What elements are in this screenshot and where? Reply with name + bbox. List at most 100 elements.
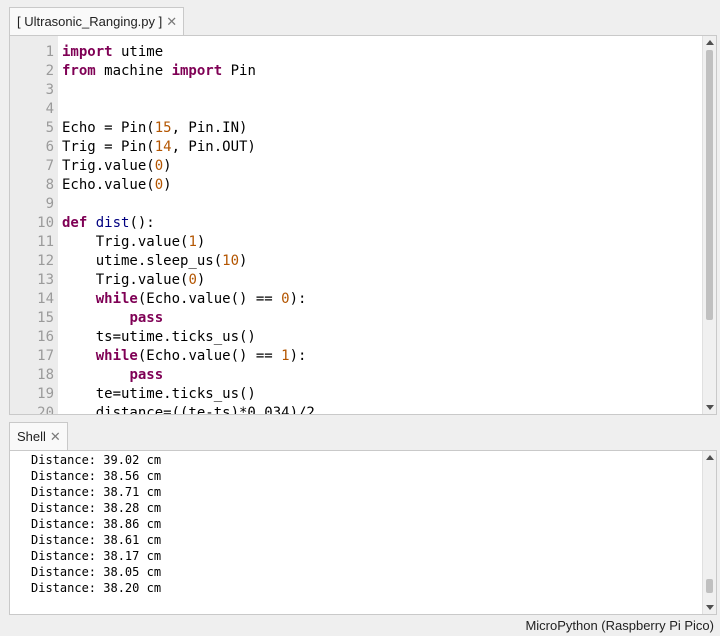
shell-vertical-scrollbar[interactable] (702, 451, 716, 614)
line-number: 15 (37, 310, 54, 326)
code-line[interactable]: Trig.value(0) (62, 271, 206, 290)
close-icon[interactable]: ✕ (50, 429, 61, 445)
code-line[interactable]: while(Echo.value() == 1): (62, 347, 307, 366)
scroll-down-arrow-icon[interactable] (706, 605, 714, 610)
line-number: 6 (45, 139, 54, 155)
interpreter-status[interactable]: MicroPython (Raspberry Pi Pico) (525, 618, 714, 633)
line-number: 19 (37, 386, 54, 402)
code-line[interactable]: pass (62, 309, 163, 328)
scroll-up-arrow-icon[interactable] (706, 455, 714, 460)
code-line[interactable]: import utime (62, 43, 163, 62)
code-line[interactable]: from machine import Pin (62, 62, 256, 81)
code-line[interactable]: Trig = Pin(14, Pin.OUT) (62, 138, 256, 157)
code-token: from (62, 63, 96, 79)
line-number: 13 (37, 272, 54, 288)
line-number: 7 (45, 158, 54, 174)
line-number: 11 (37, 234, 54, 250)
line-number: 17 (37, 348, 54, 364)
code-token: 0 (188, 272, 197, 288)
scroll-up-arrow-icon[interactable] (706, 40, 714, 45)
shell-output-line: Distance: 38.71 cm (31, 485, 162, 499)
code-token: 1 (281, 348, 290, 364)
scrollbar-thumb[interactable] (706, 579, 713, 593)
code-token: pass (129, 367, 164, 383)
line-number: 8 (45, 177, 54, 193)
code-token: 15 (154, 120, 172, 136)
code-line[interactable]: distance=((te-ts)*0.034)/2 (62, 404, 315, 415)
code-token: (): (129, 215, 155, 231)
tab-shell[interactable]: Shell ✕ (9, 422, 68, 450)
tab-label: Shell (17, 429, 46, 444)
line-number: 5 (45, 120, 54, 136)
code-token: ) (196, 234, 206, 250)
shell-output-line: Distance: 38.56 cm (31, 469, 162, 483)
code-line[interactable]: Trig.value(1) (62, 233, 206, 252)
code-token: Trig.value( (62, 158, 155, 174)
shell-output-line: Distance: 38.86 cm (31, 517, 162, 531)
shell-output-line: Distance: 38.17 cm (31, 549, 162, 563)
editor-vertical-scrollbar[interactable] (702, 36, 716, 414)
code-token: utime (112, 44, 164, 60)
scroll-down-arrow-icon[interactable] (706, 405, 714, 410)
code-token: ) (239, 253, 248, 269)
code-token: 0 (281, 291, 290, 307)
line-number: 2 (45, 63, 54, 79)
code-token: pass (129, 310, 164, 326)
code-token: , Pin.IN) (171, 120, 248, 136)
code-token: te=utime.ticks_us() (62, 386, 256, 402)
code-line[interactable]: Trig.value(0) (62, 157, 172, 176)
code-token: Echo.value( (62, 177, 155, 193)
line-number: 4 (45, 101, 54, 117)
code-token: while (95, 348, 138, 364)
code-token: 0 (154, 177, 164, 193)
code-token: 10 (222, 253, 240, 269)
code-line[interactable]: Echo = Pin(15, Pin.IN) (62, 119, 247, 138)
code-token: machine (95, 63, 172, 79)
line-number-gutter: 1 2 3 4 5 6 7 8 9 10 11 12 13 14 15 16 17 18 19 20 (10, 36, 58, 414)
code-token: ) (196, 272, 206, 288)
code-line[interactable]: def dist(): (62, 214, 155, 233)
close-icon[interactable]: ✕ (166, 14, 177, 30)
code-line[interactable]: Echo.value(0) (62, 176, 172, 195)
code-area[interactable]: import utime from machine import Pin Echo … (62, 36, 702, 414)
tab-ultrasonic-ranging[interactable]: [ Ultrasonic_Ranging.py ] ✕ (9, 7, 185, 35)
code-token: ): (289, 291, 307, 307)
shell-output-line: Distance: 38.61 cm (31, 533, 162, 547)
line-number: 12 (37, 253, 54, 269)
shell-output-line: Distance: 38.28 cm (31, 501, 162, 515)
shell-tabbar: Shell ✕ (0, 420, 720, 450)
code-token: (Echo.value() == (137, 291, 282, 307)
shell-output[interactable]: Distance: 39.02 cm Distance: 38.56 cm Dist… (9, 450, 717, 615)
code-token: 1 (188, 234, 197, 250)
line-number: 1 (45, 44, 54, 60)
code-token: Trig.value( (62, 234, 189, 250)
line-number: 14 (37, 291, 54, 307)
code-token: distance=((te-ts)*0.034)/2 (62, 405, 315, 415)
code-token: ): (289, 348, 307, 364)
code-token: Pin (222, 63, 256, 79)
code-line[interactable]: while(Echo.value() == 0): (62, 290, 307, 309)
code-token: dist (95, 215, 130, 231)
line-number: 3 (45, 82, 54, 98)
code-token: , Pin.OUT) (171, 139, 256, 155)
code-line[interactable]: ts=utime.ticks_us() (62, 328, 256, 347)
line-number: 18 (37, 367, 54, 383)
code-editor[interactable]: 1 2 3 4 5 6 7 8 9 10 11 12 13 14 15 16 17 18 19 20 import u… (9, 35, 717, 415)
code-token: import (171, 63, 223, 79)
code-token: ) (163, 158, 172, 174)
code-token: 14 (154, 139, 172, 155)
line-number: 16 (37, 329, 54, 345)
code-token: Trig = Pin( (62, 139, 155, 155)
scrollbar-thumb[interactable] (706, 50, 713, 320)
code-line[interactable]: pass (62, 366, 163, 385)
code-token: (Echo.value() == (137, 348, 282, 364)
code-line[interactable]: te=utime.ticks_us() (62, 385, 256, 404)
code-line[interactable]: utime.sleep_us(10) (62, 252, 248, 271)
code-token: Trig.value( (62, 272, 189, 288)
code-token: Echo = Pin( (62, 120, 155, 136)
